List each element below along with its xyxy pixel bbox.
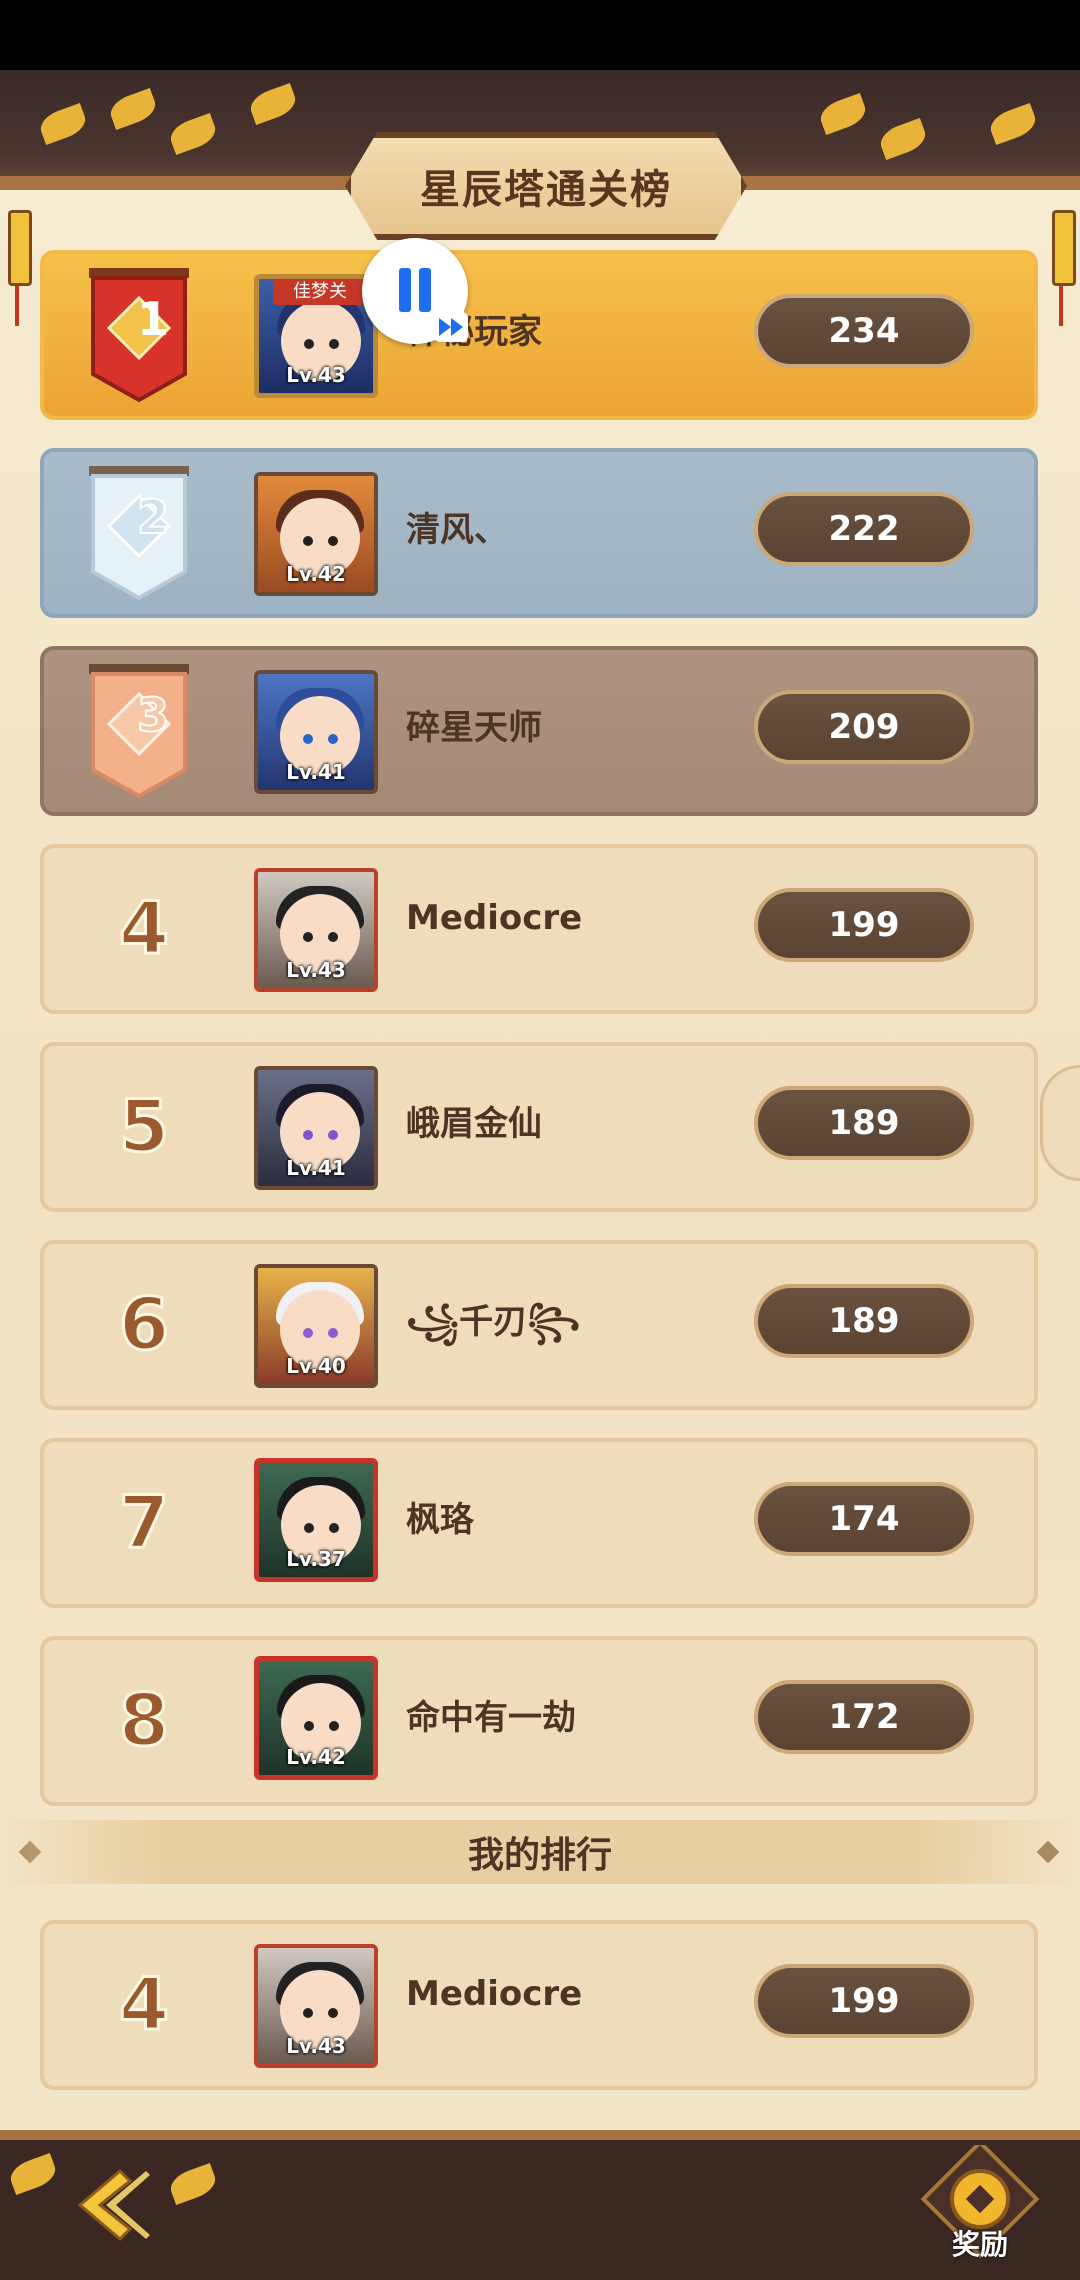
my-rank-row[interactable]: 4 Lv.43 Mediocre 199 (40, 1920, 1038, 2090)
rank-row-8[interactable]: 8 Lv.42 命中有一劫 172 (40, 1636, 1038, 1806)
reward-button[interactable]: 奖励 (920, 2139, 1040, 2265)
rank-number: 2 (136, 489, 170, 545)
score-pill: 234 (754, 294, 974, 368)
side-drawer-tab[interactable] (1040, 1065, 1080, 1181)
my-rank-header: 我的排行 (0, 1820, 1080, 1884)
ginkgo-leaf-icon (36, 102, 90, 146)
title-tag: 佳梦关 (273, 279, 367, 305)
score-pill: 189 (754, 1086, 974, 1160)
title-plate: 星辰塔通关榜 (345, 132, 747, 240)
rank-number: 4 (117, 885, 170, 972)
rank-number: 8 (117, 1677, 170, 1764)
avatar[interactable]: 佳梦关 Lv.43 (254, 274, 378, 398)
page-title: 星辰塔通关榜 (420, 167, 672, 213)
rank-row-2[interactable]: 2 Lv.42 清风、 222 (40, 448, 1038, 618)
avatar[interactable]: Lv.41 (254, 670, 378, 794)
avatar[interactable]: Lv.42 (254, 1656, 378, 1780)
level-label: Lv.42 (286, 562, 346, 586)
level-label: Lv.43 (286, 958, 346, 982)
player-name: 枫珞 (406, 1500, 474, 1540)
rank-number: 5 (117, 1083, 170, 1170)
rank-number: 4 (117, 1961, 170, 2048)
level-label: Lv.40 (286, 1354, 346, 1378)
fast-forward-icon[interactable] (434, 312, 468, 342)
player-name: Mediocre (406, 898, 583, 938)
avatar[interactable]: Lv.43 (254, 868, 378, 992)
player-name: 清风、 (406, 510, 508, 550)
rank-row-1[interactable]: 1 佳梦关 Lv.43 神秘玩家 234 (40, 250, 1038, 420)
level-label: Lv.41 (286, 1156, 346, 1180)
ginkgo-leaf-icon (106, 87, 160, 131)
bottom-bar (0, 2130, 1080, 2280)
player-name: ꧁千刃꧂ (406, 1302, 581, 1342)
lantern-icon (1052, 210, 1076, 326)
score-pill: 222 (754, 492, 974, 566)
score-pill: 174 (754, 1482, 974, 1556)
my-rank-title: 我的排行 (467, 1835, 612, 1876)
score-pill: 199 (754, 1964, 974, 2038)
player-name: 峨眉金仙 (406, 1104, 542, 1144)
level-label: Lv.42 (286, 1745, 346, 1769)
level-label: Lv.37 (286, 1547, 346, 1571)
rank-row-6[interactable]: 6 Lv.40 ꧁千刃꧂ 189 (40, 1240, 1038, 1410)
rank-row-7[interactable]: 7 Lv.37 枫珞 174 (40, 1438, 1038, 1608)
rank-number: 3 (136, 687, 170, 743)
ginkgo-leaf-icon (6, 2152, 60, 2196)
avatar[interactable]: Lv.37 (254, 1458, 378, 1582)
ginkgo-leaf-icon (816, 92, 870, 136)
ginkgo-leaf-icon (986, 102, 1040, 146)
ginkgo-leaf-icon (876, 117, 930, 161)
player-name: 碎星天师 (406, 708, 542, 748)
level-label: Lv.43 (286, 2034, 346, 2058)
score-pill: 199 (754, 888, 974, 962)
ginkgo-leaf-icon (246, 82, 300, 126)
avatar[interactable]: Lv.42 (254, 472, 378, 596)
ginkgo-leaf-icon (166, 112, 220, 156)
rank-row-4[interactable]: 4 Lv.43 Mediocre 199 (40, 844, 1038, 1014)
back-arrow-icon[interactable] (60, 2165, 150, 2245)
rank-row-5[interactable]: 5 Lv.41 峨眉金仙 189 (40, 1042, 1038, 1212)
level-label: Lv.43 (286, 363, 346, 387)
ginkgo-leaf-icon (166, 2162, 220, 2206)
level-label: Lv.41 (286, 760, 346, 784)
pause-icon (419, 268, 431, 312)
rank-number: 1 (136, 292, 169, 346)
pause-icon (399, 268, 411, 312)
player-name: 命中有一劫 (406, 1698, 576, 1738)
avatar[interactable]: Lv.40 (254, 1264, 378, 1388)
player-name: Mediocre (406, 1974, 583, 2014)
avatar[interactable]: Lv.43 (254, 1944, 378, 2068)
leaderboard-screen: 星辰塔通关榜 1 佳梦关 Lv.43 神秘玩家 234 2 Lv.42 清风、 … (0, 70, 1080, 2280)
score-pill: 209 (754, 690, 974, 764)
score-pill: 189 (754, 1284, 974, 1358)
rank-row-3[interactable]: 3 Lv.41 碎星天师 209 (40, 646, 1038, 816)
avatar[interactable]: Lv.41 (254, 1066, 378, 1190)
rank-number: 7 (117, 1479, 170, 1566)
score-pill: 172 (754, 1680, 974, 1754)
reward-label: 奖励 (951, 2228, 1008, 2261)
lantern-icon (8, 210, 32, 326)
rank-number: 6 (117, 1281, 170, 1368)
